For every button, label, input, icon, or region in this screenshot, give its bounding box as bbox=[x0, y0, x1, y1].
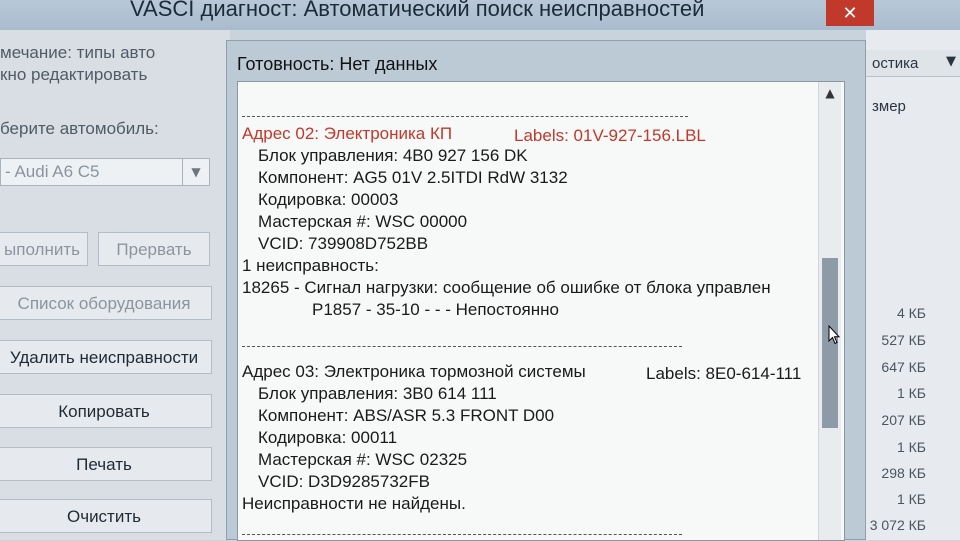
log-output[interactable]: Адрес 02: Электроника КП Labels: 01V-927… bbox=[237, 81, 845, 541]
car-select[interactable]: - Audi A6 C5 ▼ bbox=[0, 158, 210, 186]
address-02-component: Компонент: AG5 01V 2.5ITDI RdW 3132 bbox=[258, 168, 568, 187]
readiness-status: Готовность: Нет данных bbox=[237, 54, 438, 74]
sort-arrow-icon: ▼ bbox=[946, 54, 956, 69]
address-03-vcid: VCID: D3D9285732FB bbox=[258, 472, 430, 491]
file-size: 647 КБ bbox=[881, 359, 926, 375]
note-line-2: кно редактировать bbox=[0, 65, 148, 84]
equipment-list-button[interactable]: Список оборудования bbox=[0, 286, 212, 320]
address-02-labels: Labels: 01V-927-156.LBL bbox=[514, 126, 706, 145]
file-size: 4 КБ bbox=[896, 305, 926, 321]
print-button[interactable]: Печать bbox=[0, 447, 212, 481]
file-size: 298 КБ bbox=[881, 465, 926, 481]
note-text: мечание: типы авто кно редактировать bbox=[0, 42, 225, 86]
copy-button[interactable]: Копировать bbox=[0, 394, 212, 428]
log-scrollbar[interactable]: ▲ bbox=[818, 82, 841, 540]
address-03-no-faults: Неисправности не найдены. bbox=[242, 494, 466, 513]
separator bbox=[242, 346, 682, 347]
car-select-value: - Audi A6 C5 bbox=[5, 162, 100, 181]
chevron-down-icon[interactable]: ▼ bbox=[182, 159, 209, 185]
column-header-label: остика bbox=[872, 55, 919, 72]
file-size: 1 КБ bbox=[896, 385, 926, 401]
close-button[interactable]: ✕ bbox=[826, 0, 874, 26]
car-select-label: берите автомобиль: bbox=[0, 119, 159, 138]
file-size: 1 КБ bbox=[896, 491, 926, 507]
address-02-control-unit: Блок управления: 4B0 927 156 DK bbox=[258, 146, 528, 165]
separator bbox=[242, 116, 688, 117]
delete-faults-button[interactable]: Удалить неисправности bbox=[0, 340, 212, 374]
address-02-fault-count: 1 неисправность: bbox=[242, 256, 379, 275]
column-header[interactable]: остика ▼ bbox=[866, 50, 960, 77]
mouse-cursor-icon bbox=[828, 325, 840, 345]
address-03-control-unit: Блок управления: 3B0 614 111 bbox=[258, 384, 497, 403]
abort-button[interactable]: Прервать bbox=[98, 232, 210, 266]
file-size: 1 КБ bbox=[896, 439, 926, 455]
address-03-component: Компонент: ABS/ASR 5.3 FRONT D00 bbox=[258, 406, 555, 425]
file-size: 207 КБ bbox=[881, 412, 926, 428]
size-column-header: змер bbox=[872, 98, 906, 115]
execute-button[interactable]: ыполнить bbox=[0, 232, 88, 266]
address-02-fault: 18265 - Сигнал нагрузки: сообщение об ош… bbox=[242, 278, 771, 297]
note-line-1: мечание: типы авто bbox=[0, 43, 156, 62]
address-03-header: Адрес 03: Электроника тормозной системы bbox=[242, 362, 586, 381]
address-02-coding: Кодировка: 00003 bbox=[258, 190, 399, 209]
address-02-fault-detail: P1857 - 35-10 - - - Непостоянно bbox=[312, 300, 559, 319]
separator bbox=[242, 534, 682, 535]
address-03-coding: Кодировка: 00011 bbox=[258, 428, 398, 447]
address-02-vcid: VCID: 739908D752BB bbox=[258, 234, 429, 253]
clear-button[interactable]: Очистить bbox=[0, 499, 212, 533]
file-size: 527 КБ bbox=[881, 332, 926, 348]
title-bar: VASCI диагност: Автоматический поиск неи… bbox=[0, 0, 960, 30]
window-title: VASCI диагност: Автоматический поиск неи… bbox=[130, 0, 705, 21]
address-02-workshop: Мастерская #: WSC 00000 bbox=[258, 212, 468, 231]
file-size: 3 072 КБ bbox=[869, 517, 926, 533]
scroll-up-icon[interactable]: ▲ bbox=[819, 86, 841, 100]
file-list-panel: остика ▼ змер 4 КБ 527 КБ 647 КБ 1 КБ 20… bbox=[866, 30, 960, 540]
address-03-labels: Labels: 8E0-614-111 bbox=[646, 364, 802, 383]
address-03-workshop: Мастерская #: WSC 02325 bbox=[258, 450, 468, 469]
address-02-header: Адрес 02: Электроника КП bbox=[242, 124, 453, 143]
left-panel: мечание: типы авто кно редактировать бер… bbox=[0, 30, 230, 540]
diagnostic-dialog: Готовность: Нет данных Адрес 02: Электро… bbox=[226, 40, 866, 541]
